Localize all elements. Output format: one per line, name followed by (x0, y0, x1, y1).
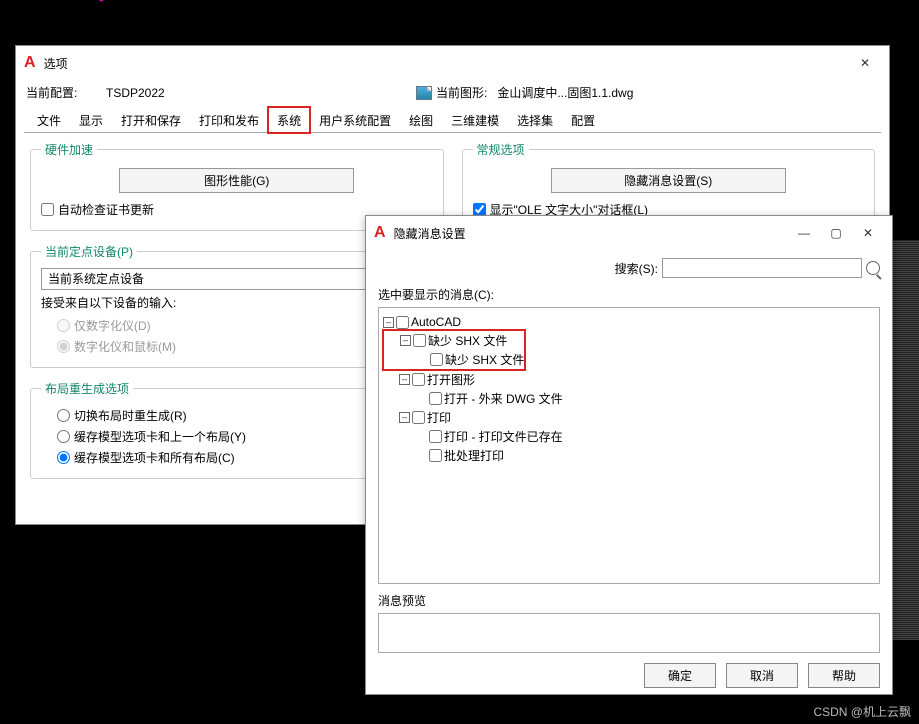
search-input[interactable] (662, 258, 862, 278)
tree-print[interactable]: – 打印 (383, 408, 875, 427)
options-titlebar[interactable]: A 选项 ✕ (16, 46, 889, 80)
cancel-button[interactable]: 取消 (726, 663, 798, 688)
search-icon[interactable] (866, 261, 880, 275)
tree-root-autocad[interactable]: – AutoCAD (383, 314, 875, 330)
maximize-icon[interactable]: ▢ (820, 222, 852, 244)
hidden-titlebar[interactable]: A 隐藏消息设置 — ▢ ✕ (366, 216, 892, 250)
help-button[interactable]: 帮助 (808, 663, 880, 688)
tab-plot-publish[interactable]: 打印和发布 (190, 107, 268, 133)
tab-selection[interactable]: 选择集 (508, 107, 562, 133)
pointing-device-legend: 当前定点设备(P) (41, 243, 137, 260)
message-preview-label: 消息预览 (378, 592, 880, 609)
autocad-logo-icon: A (374, 224, 386, 242)
digitizer-mouse-input (57, 340, 70, 353)
tree-checkbox[interactable] (396, 316, 409, 329)
tree-open-drawing[interactable]: – 打开图形 (383, 370, 875, 389)
tab-file[interactable]: 文件 (28, 107, 70, 133)
tree-checkbox[interactable] (429, 392, 442, 405)
search-row: 搜索(S): (378, 258, 880, 278)
message-tree[interactable]: – AutoCAD – 缺少 SHX 文件 缺少 SHX 文件 – 打开图形 (378, 307, 880, 584)
close-icon[interactable]: ✕ (849, 52, 881, 74)
tree-checkbox[interactable] (412, 373, 425, 386)
profile-row: 当前配置: TSDP2022 当前图形: 金山调度中...固图1.1.dwg (16, 80, 889, 105)
collapse-icon[interactable]: – (399, 412, 410, 423)
tab-system[interactable]: 系统 (268, 107, 310, 133)
graphics-performance-button[interactable]: 图形性能(G) (119, 168, 354, 193)
tab-display[interactable]: 显示 (70, 107, 112, 133)
tree-checkbox[interactable] (413, 334, 426, 347)
collapse-icon[interactable]: – (399, 374, 410, 385)
general-options-legend: 常规选项 (473, 141, 529, 158)
tree-shx-child[interactable]: 缺少 SHX 文件 (384, 350, 524, 369)
tree-checkbox[interactable] (430, 353, 443, 366)
current-drawing-label: 当前图形: (436, 84, 487, 101)
tree-checkbox[interactable] (412, 411, 425, 424)
regen-switch-input[interactable] (57, 409, 70, 422)
tab-user-prefs[interactable]: 用户系统配置 (310, 107, 400, 133)
current-profile-value: TSDP2022 (106, 86, 416, 100)
hidden-title: 隐藏消息设置 (394, 225, 788, 242)
current-drawing-value: 金山调度中...固图1.1.dwg (497, 84, 633, 101)
tree-open-foreign-dwg[interactable]: 打开 - 外来 DWG 文件 (383, 389, 875, 408)
tree-checkbox[interactable] (429, 449, 442, 462)
current-profile-label: 当前配置: (26, 84, 106, 101)
tab-open-save[interactable]: 打开和保存 (112, 107, 190, 133)
tab-drafting[interactable]: 绘图 (400, 107, 442, 133)
tree-shx-parent[interactable]: – 缺少 SHX 文件 (384, 331, 524, 350)
auto-check-cert-input[interactable] (41, 203, 54, 216)
cache-last-input[interactable] (57, 430, 70, 443)
cache-all-input[interactable] (57, 451, 70, 464)
digitizer-only-input (57, 319, 70, 332)
watermark: CSDN @机上云飘 (813, 703, 911, 720)
collapse-icon[interactable]: – (400, 335, 411, 346)
collapse-icon[interactable]: – (383, 317, 394, 328)
search-label: 搜索(S): (615, 260, 658, 277)
layout-regen-legend: 布局重生成选项 (41, 380, 133, 397)
dwg-icon (416, 86, 432, 100)
tree-checkbox[interactable] (429, 430, 442, 443)
tree-print-file-exists[interactable]: 打印 - 打印文件已存在 (383, 427, 875, 446)
autocad-logo-icon: A (24, 54, 36, 72)
options-tabs: 文件 显示 打开和保存 打印和发布 系统 用户系统配置 绘图 三维建模 选择集 … (24, 107, 881, 133)
tree-label: 选中要显示的消息(C): (378, 286, 880, 303)
ok-button[interactable]: 确定 (644, 663, 716, 688)
tree-batch-print[interactable]: 批处理打印 (383, 446, 875, 465)
tab-profiles[interactable]: 配置 (562, 107, 604, 133)
message-preview-box (378, 613, 880, 653)
hidden-message-dialog: A 隐藏消息设置 — ▢ ✕ 搜索(S): 选中要显示的消息(C): – Aut… (365, 215, 893, 695)
close-icon[interactable]: ✕ (852, 222, 884, 244)
hw-accel-legend: 硬件加速 (41, 141, 97, 158)
options-title: 选项 (44, 55, 849, 72)
minimize-icon[interactable]: — (788, 222, 820, 244)
hidden-message-settings-button[interactable]: 隐藏消息设置(S) (551, 168, 786, 193)
tab-3d[interactable]: 三维建模 (442, 107, 508, 133)
